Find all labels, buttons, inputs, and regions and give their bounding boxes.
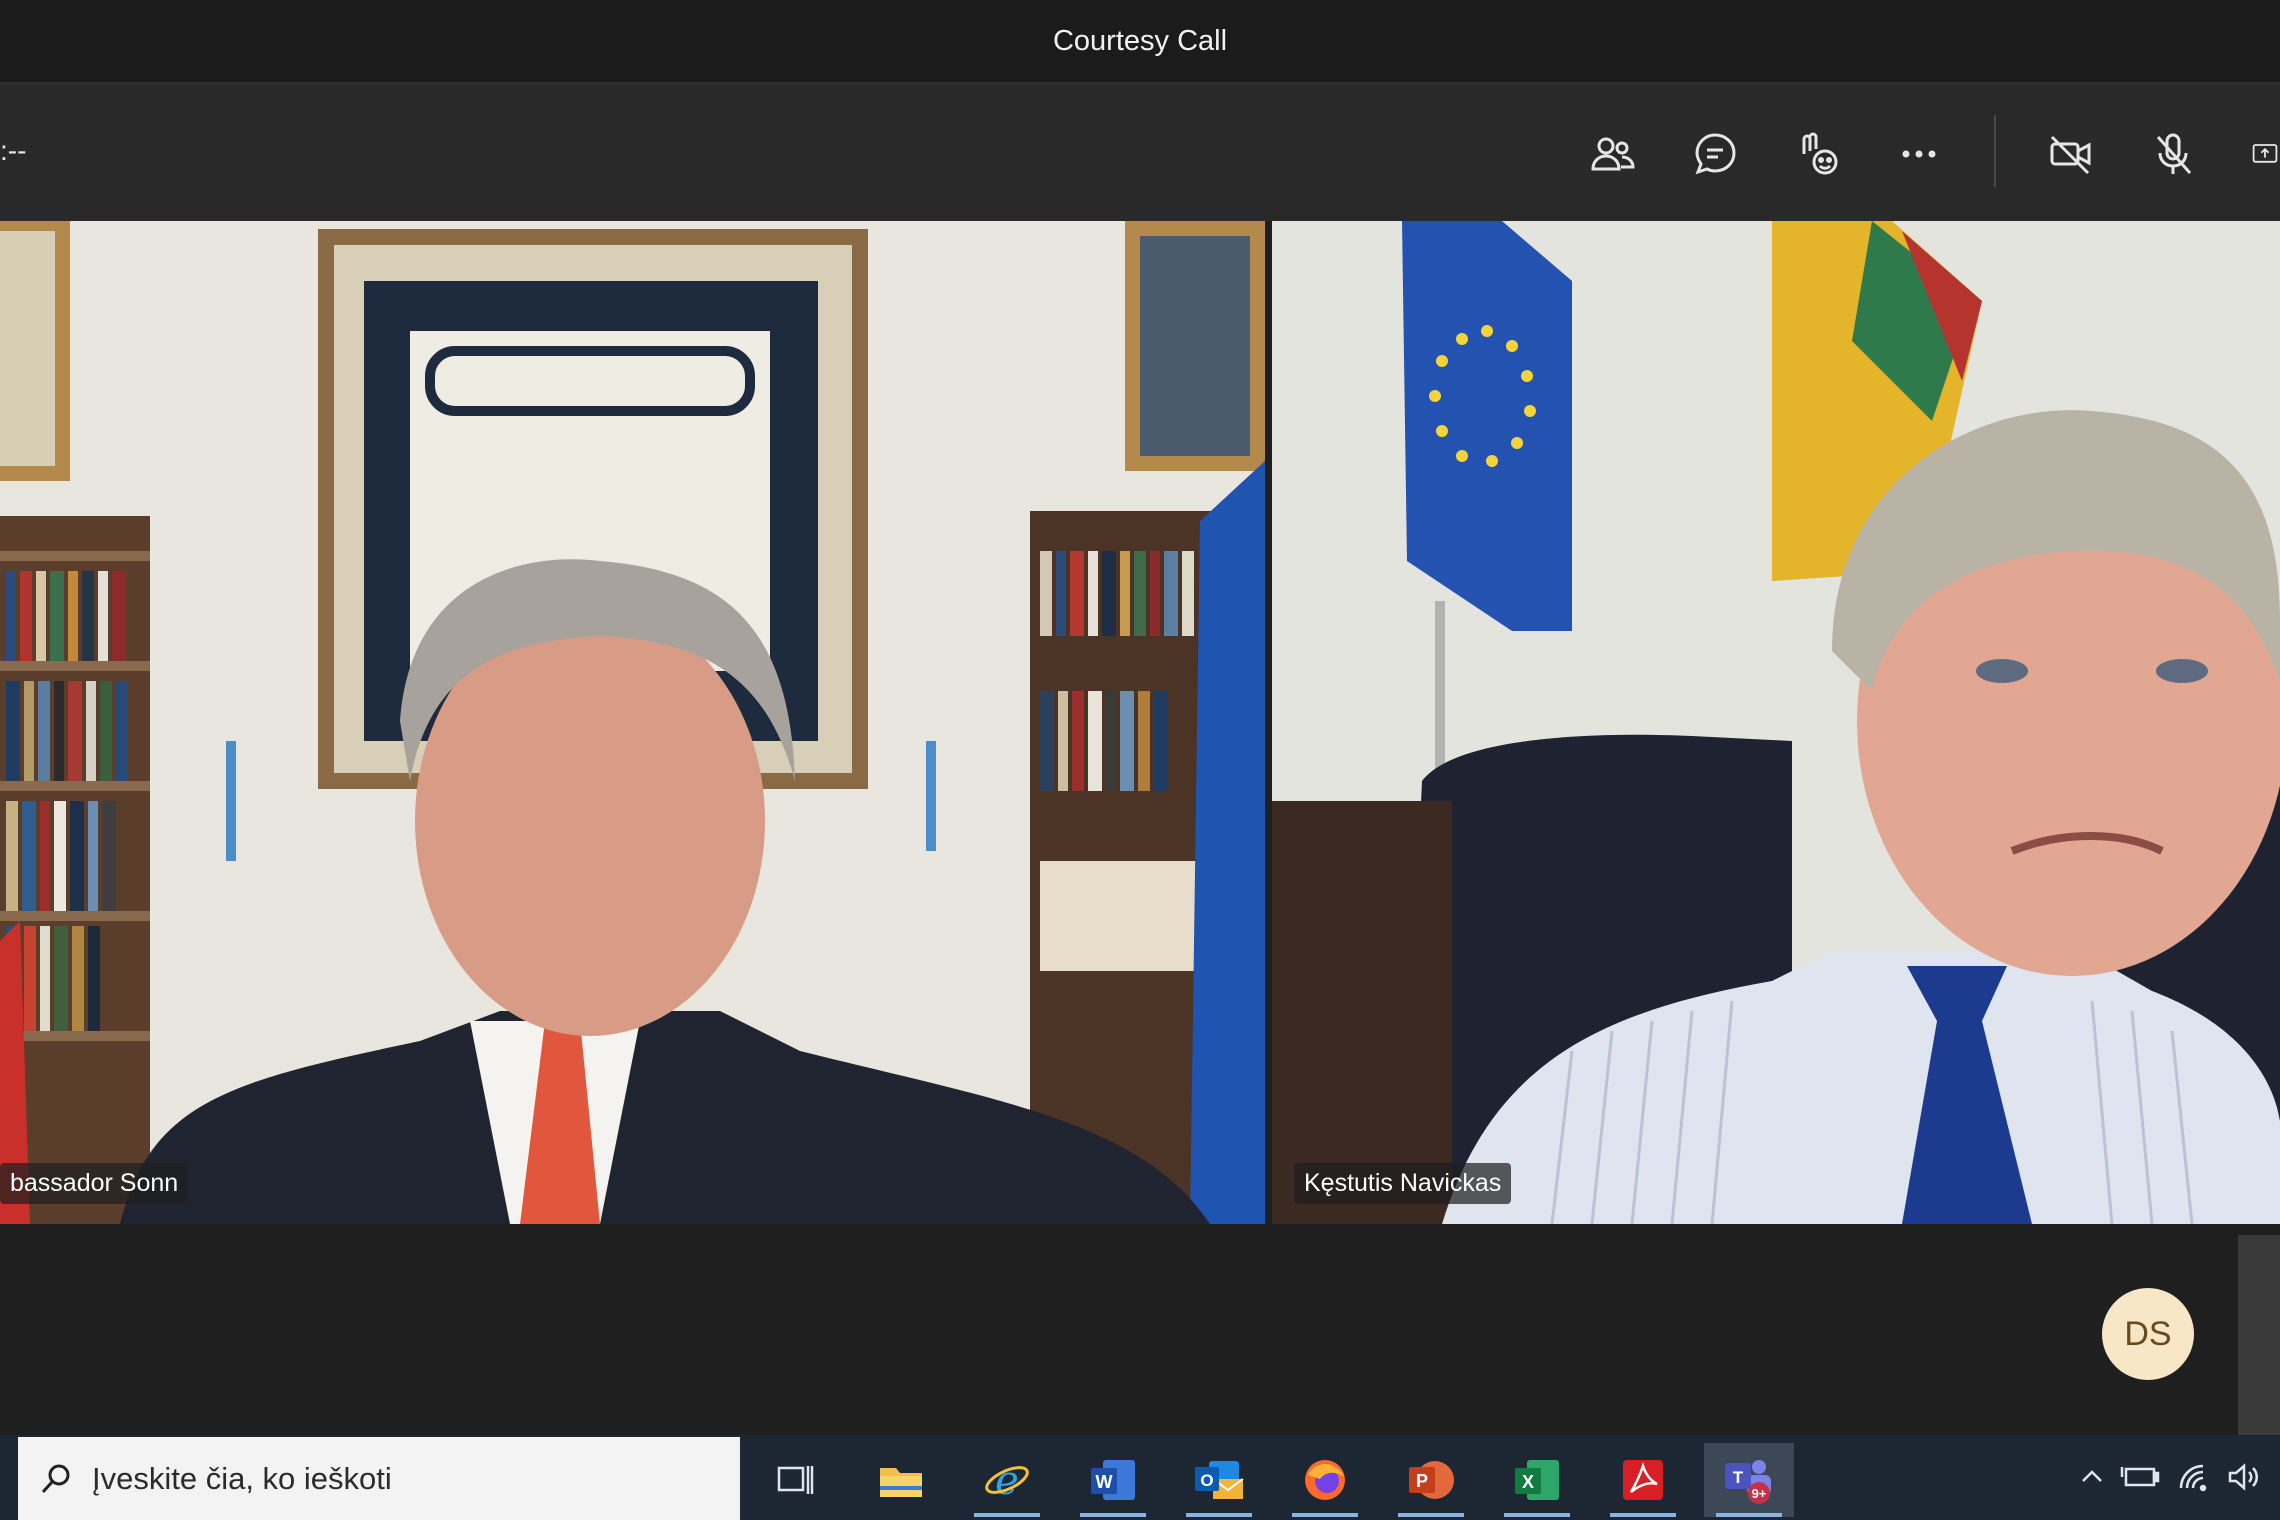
video-tile-participant-2[interactable]: Kęstutis Navickas — [1272, 221, 2280, 1224]
taskbar-internet-explorer[interactable]: e — [962, 1443, 1052, 1517]
running-indicator — [1292, 1513, 1358, 1517]
teams-icon: T 9+ — [1725, 1460, 1771, 1504]
participant-name: Kęstutis Navickas — [1304, 1169, 1502, 1197]
acrobat-icon — [1623, 1460, 1663, 1500]
participant-name: bassador Sonn — [10, 1169, 179, 1197]
taskbar-excel[interactable]: X — [1492, 1443, 1582, 1517]
tray-network[interactable] — [2172, 1455, 2216, 1499]
teams-badge: 9+ — [1752, 1486, 1767, 1501]
more-button[interactable] — [1888, 123, 1950, 185]
taskbar-file-explorer[interactable] — [856, 1443, 946, 1517]
reactions-button[interactable] — [1786, 123, 1848, 185]
battery-icon — [2120, 1467, 2160, 1487]
video-feed-1 — [0, 221, 1265, 1224]
avatar-initials: DS — [2124, 1314, 2172, 1353]
outlook-icon: O — [1195, 1461, 1244, 1499]
tray-volume[interactable] — [2222, 1455, 2266, 1499]
participant-name-tag: bassador Sonn — [0, 1163, 189, 1204]
running-indicator — [1398, 1513, 1464, 1517]
svg-text:P: P — [1416, 1471, 1428, 1491]
camera-off-icon — [2050, 135, 2091, 175]
search-placeholder: Įveskite čia, ko ieškoti — [92, 1460, 392, 1496]
toolbar-divider — [1994, 115, 1996, 187]
powerpoint-icon: P — [1409, 1461, 1454, 1499]
running-indicator — [974, 1513, 1040, 1517]
meeting-timer: :-- — [0, 135, 27, 166]
tray-battery[interactable] — [2118, 1455, 2162, 1499]
taskbar-powerpoint[interactable]: P — [1386, 1443, 1476, 1517]
folder-icon — [880, 1468, 922, 1497]
taskbar-acrobat[interactable] — [1598, 1443, 1688, 1517]
people-icon — [1591, 137, 1635, 171]
word-icon: W — [1091, 1460, 1135, 1500]
running-indicator — [1080, 1513, 1146, 1517]
tray-show-hidden[interactable] — [2070, 1455, 2114, 1499]
wifi-icon — [2179, 1464, 2207, 1492]
taskbar-task-view[interactable] — [750, 1443, 840, 1517]
participant-name-tag: Kęstutis Navickas — [1294, 1163, 1512, 1204]
share-icon — [2252, 144, 2278, 163]
window-title: Courtesy Call — [1052, 24, 1228, 57]
video-feed-2 — [1272, 221, 2280, 1224]
taskbar-firefox[interactable] — [1280, 1443, 1370, 1517]
running-indicator — [1716, 1513, 1782, 1517]
svg-text:T: T — [1733, 1468, 1744, 1487]
windows-taskbar: Įveskite čia, ko ieškoti e W O P X T 9+ — [0, 1435, 2280, 1520]
running-indicator — [1610, 1513, 1676, 1517]
running-indicator — [1186, 1513, 1252, 1517]
excel-icon: X — [1515, 1460, 1559, 1500]
title-bar: Courtesy Call — [0, 0, 2280, 85]
people-button[interactable] — [1582, 123, 1644, 185]
volume-icon — [2228, 1463, 2258, 1491]
chat-button[interactable] — [1684, 123, 1746, 185]
chevron-up-icon — [2082, 1470, 2102, 1482]
reactions-icon — [1802, 132, 1838, 175]
firefox-icon — [1305, 1460, 1345, 1500]
svg-text:e: e — [995, 1458, 1019, 1504]
mic-off-icon — [2156, 133, 2192, 174]
share-button[interactable] — [2240, 123, 2280, 185]
internet-explorer-icon: e — [985, 1458, 1029, 1504]
running-indicator — [1504, 1513, 1570, 1517]
search-icon — [41, 1464, 70, 1493]
svg-text:X: X — [1522, 1472, 1534, 1492]
camera-toggle-button[interactable] — [2040, 123, 2102, 185]
chat-icon — [1695, 133, 1736, 175]
taskbar-teams[interactable]: T 9+ — [1704, 1443, 1794, 1517]
svg-text:O: O — [1200, 1471, 1213, 1490]
more-icon — [1902, 150, 1936, 158]
video-tile-participant-1[interactable]: bassador Sonn — [0, 221, 1265, 1224]
taskbar-search-box[interactable]: Įveskite čia, ko ieškoti — [18, 1437, 740, 1520]
roster-scrollbar[interactable] — [2238, 1235, 2280, 1435]
taskbar-outlook[interactable]: O — [1174, 1443, 1264, 1517]
svg-text:W: W — [1096, 1472, 1113, 1492]
participant-avatar[interactable]: DS — [2102, 1288, 2194, 1380]
video-stage: bassador Sonn Kęstutis Navickas — [0, 221, 2280, 1224]
meeting-toolbar: :-- — [0, 85, 2280, 221]
task-view-icon — [777, 1466, 814, 1494]
taskbar-word[interactable]: W — [1068, 1443, 1158, 1517]
mic-toggle-button[interactable] — [2142, 123, 2204, 185]
